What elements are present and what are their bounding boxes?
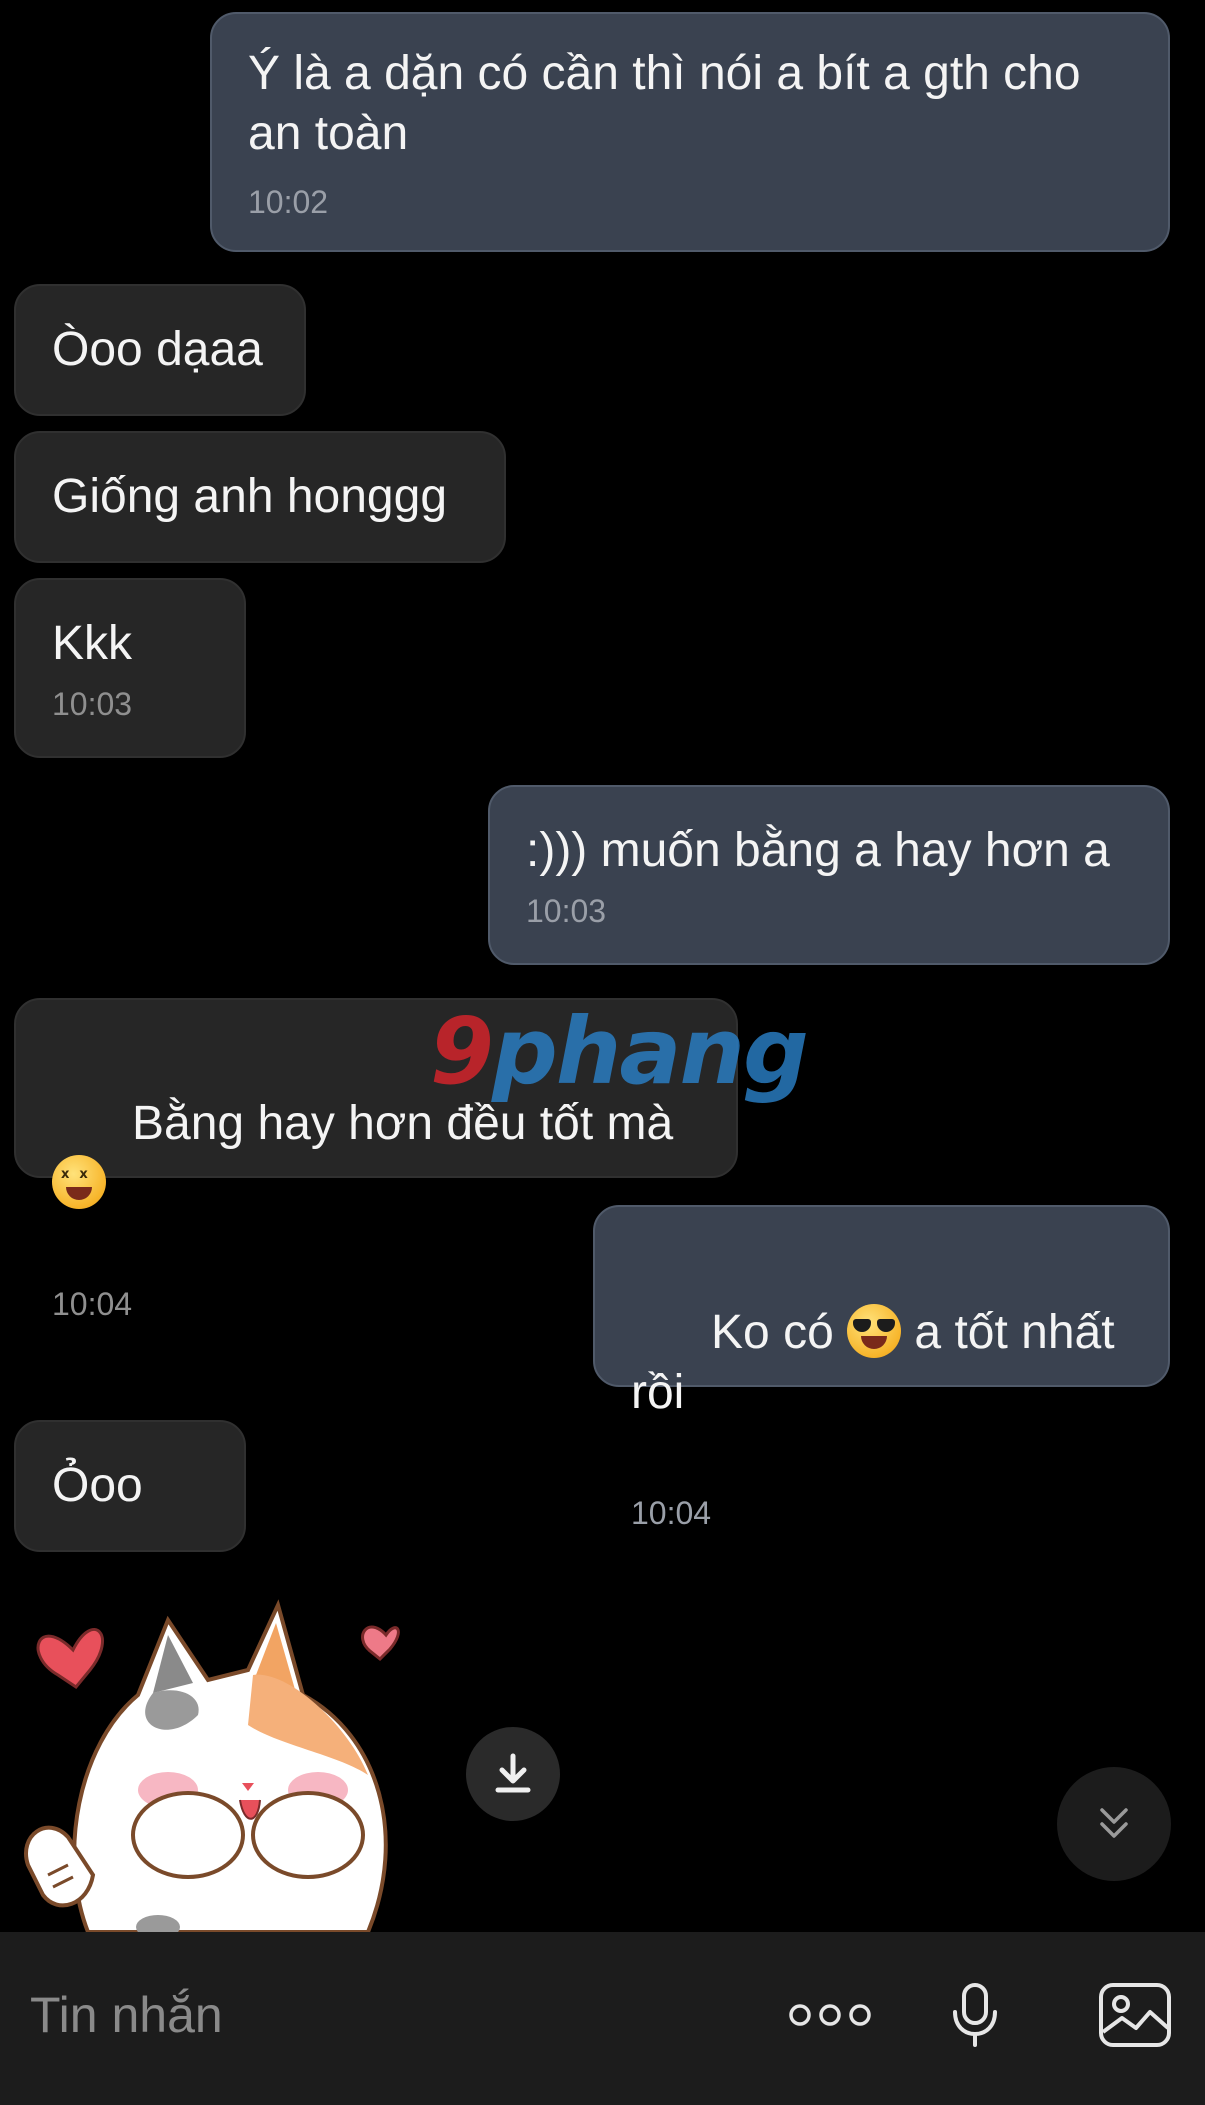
message-time: 10:02 <box>248 184 329 220</box>
more-options-button[interactable] <box>780 1970 880 2060</box>
message-bubble-incoming[interactable]: Ỏoo <box>14 1420 246 1552</box>
message-text: Òoo dạaa <box>52 323 263 376</box>
message-bubble-outgoing[interactable]: :))) muốn bằng a hay hơn a 10:03 <box>488 785 1170 965</box>
microphone-icon <box>953 1983 997 2047</box>
message-bubble-incoming[interactable]: Bằng hay hơn đều tốt mà xx 10:04 <box>14 998 738 1322</box>
message-time: 10:04 <box>631 1495 712 1531</box>
message-text: Ỏoo <box>52 1459 143 1512</box>
scroll-to-bottom-button[interactable] <box>1057 1767 1171 1881</box>
message-text: Giống anh honggg <box>52 470 448 523</box>
shy-cat-sticker-icon[interactable] <box>18 1575 428 1932</box>
message-input[interactable] <box>30 1980 730 2050</box>
sunglasses-face-icon <box>847 1304 902 1358</box>
laughing-face-icon: xx <box>52 1155 106 1209</box>
message-text: Ý là a dặn có cần thì nói a bít a gth ch… <box>248 47 1081 160</box>
more-dots-icon <box>789 2004 871 2026</box>
chat-thread[interactable]: Ý là a dặn có cần thì nói a bít a gth ch… <box>0 0 1205 1932</box>
message-bubble-incoming[interactable]: Giống anh honggg <box>14 431 506 563</box>
message-text: :))) muốn bằng a hay hơn a <box>526 824 1110 877</box>
message-text: Kkk <box>52 617 133 670</box>
send-image-button[interactable] <box>1090 1970 1180 2060</box>
download-button[interactable] <box>466 1727 560 1821</box>
message-bubble-outgoing[interactable]: Ko có a tốt nhất rồi 10:04 <box>593 1205 1170 1531</box>
message-text: Bằng hay hơn đều tốt mà <box>132 1097 687 1150</box>
message-time: 10:03 <box>52 686 133 722</box>
message-bubble-incoming[interactable]: Òoo dạaa <box>14 284 306 416</box>
message-bubble-outgoing[interactable]: Ý là a dặn có cần thì nói a bít a gth ch… <box>210 12 1170 252</box>
download-icon <box>495 1753 531 1793</box>
double-chevron-down-icon <box>1100 1808 1128 1838</box>
message-time: 10:03 <box>526 893 607 929</box>
message-bubble-incoming[interactable]: Kkk 10:03 <box>14 578 246 758</box>
message-text: Ko có <box>711 1306 848 1359</box>
image-icon <box>1099 1983 1171 2047</box>
message-composer <box>0 1932 1205 2105</box>
voice-message-button[interactable] <box>935 1970 1015 2060</box>
